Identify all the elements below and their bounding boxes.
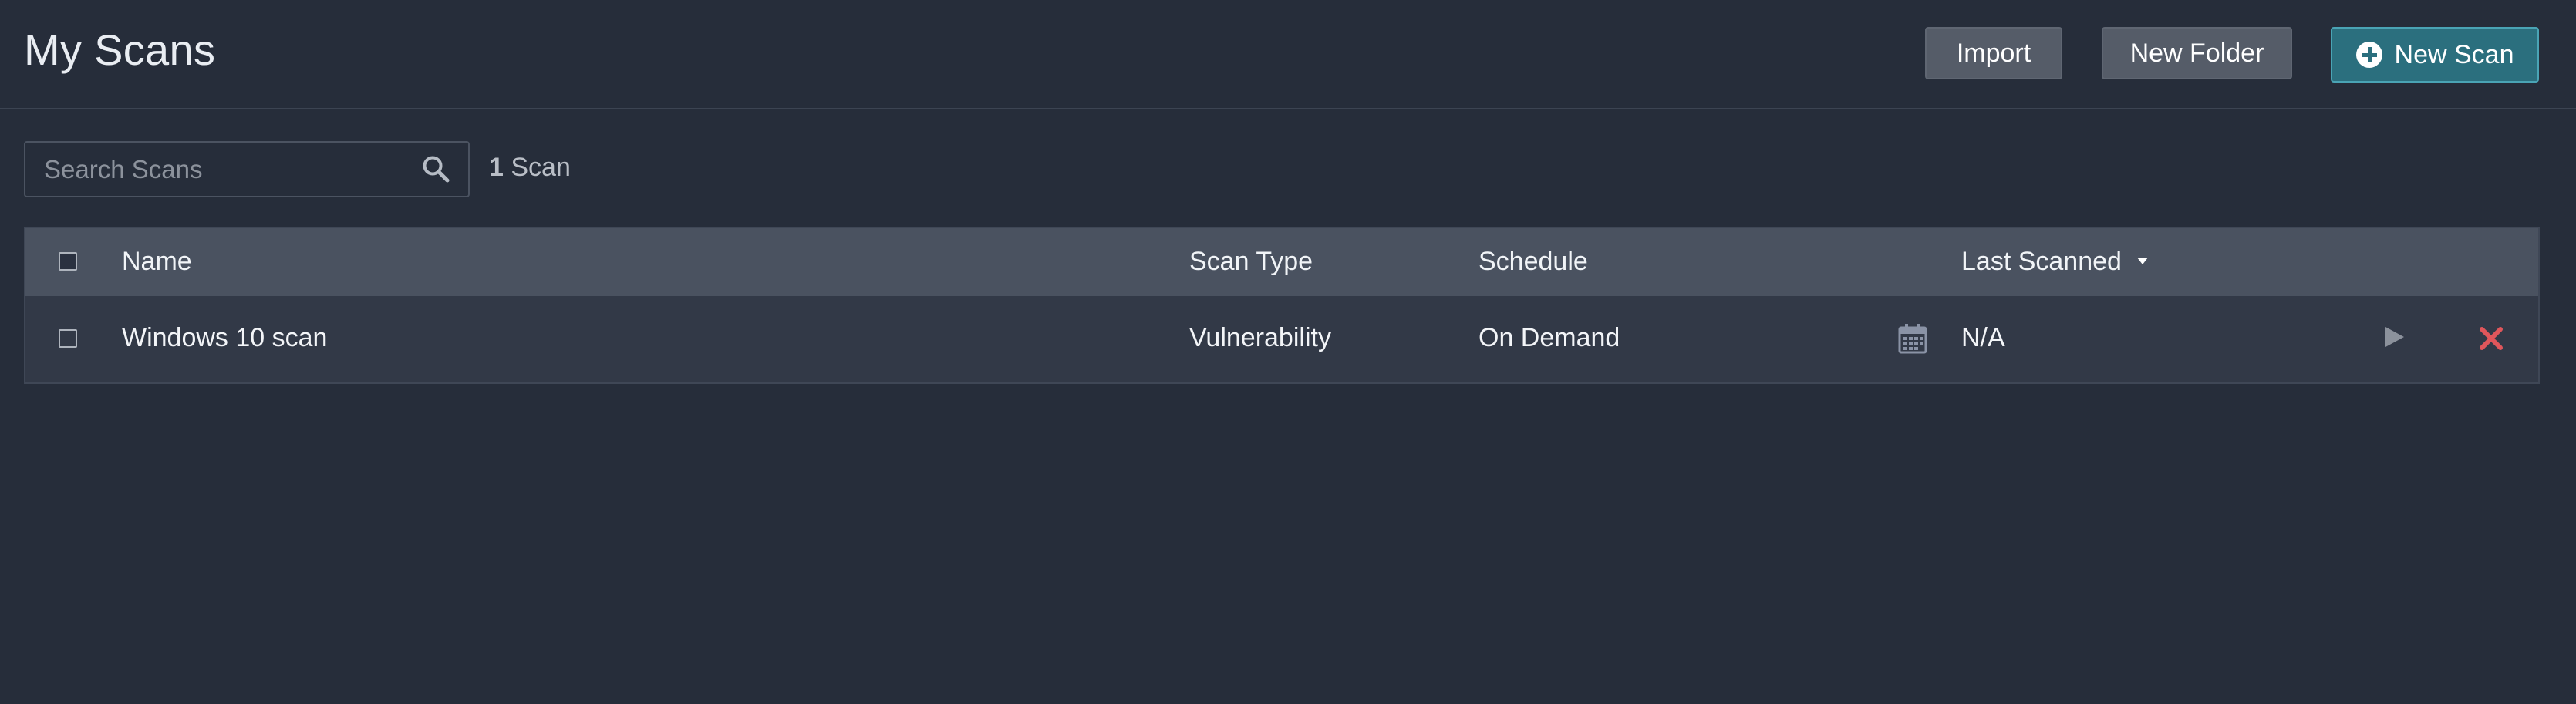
scan-name[interactable]: Windows 10 scan (122, 323, 327, 353)
column-header-scan-type[interactable]: Scan Type (1189, 247, 1313, 277)
select-all-checkbox[interactable] (59, 252, 77, 271)
page-title: My Scans (24, 25, 216, 74)
scan-type: Vulnerability (1189, 323, 1331, 352)
scan-count-label: Scan (511, 153, 571, 182)
close-icon[interactable] (2478, 325, 2504, 352)
column-header-last-scanned[interactable]: Last Scanned (1961, 247, 2148, 277)
page-header: My Scans Import New Folder New Scan (0, 0, 2576, 109)
scan-count: 1 Scan (489, 153, 571, 183)
new-folder-button[interactable]: New Folder (2102, 27, 2292, 79)
new-scan-button-label: New Scan (2394, 39, 2514, 69)
scan-schedule: On Demand (1479, 323, 1620, 352)
row-checkbox[interactable] (59, 329, 77, 348)
new-scan-button[interactable]: New Scan (2331, 27, 2539, 83)
caret-down-icon (2136, 257, 2148, 264)
column-header-name[interactable]: Name (122, 247, 192, 277)
import-button-label: Import (1956, 38, 2031, 68)
search-box (24, 141, 470, 197)
search-input[interactable] (25, 143, 411, 196)
table-header-row: Name Scan Type Schedule Last Scanned (25, 228, 2538, 296)
scan-count-number: 1 (489, 153, 504, 182)
column-header-schedule[interactable]: Schedule (1479, 247, 1588, 277)
page: My Scans Import New Folder New Scan 1 Sc… (0, 0, 2576, 704)
last-scanned-value: N/A (1961, 323, 2005, 352)
column-header-last-scanned-label: Last Scanned (1961, 247, 2122, 276)
new-folder-button-label: New Folder (2129, 38, 2264, 68)
search-icon[interactable] (422, 155, 450, 183)
play-icon[interactable] (2385, 327, 2404, 347)
calendar-icon[interactable] (1898, 323, 1927, 354)
table-row[interactable]: Windows 10 scan Vulnerability On Demand … (25, 296, 2538, 382)
import-button[interactable]: Import (1925, 27, 2062, 79)
plus-circle-icon (2355, 42, 2382, 68)
scans-table: Name Scan Type Schedule Last Scanned Win… (24, 227, 2540, 384)
